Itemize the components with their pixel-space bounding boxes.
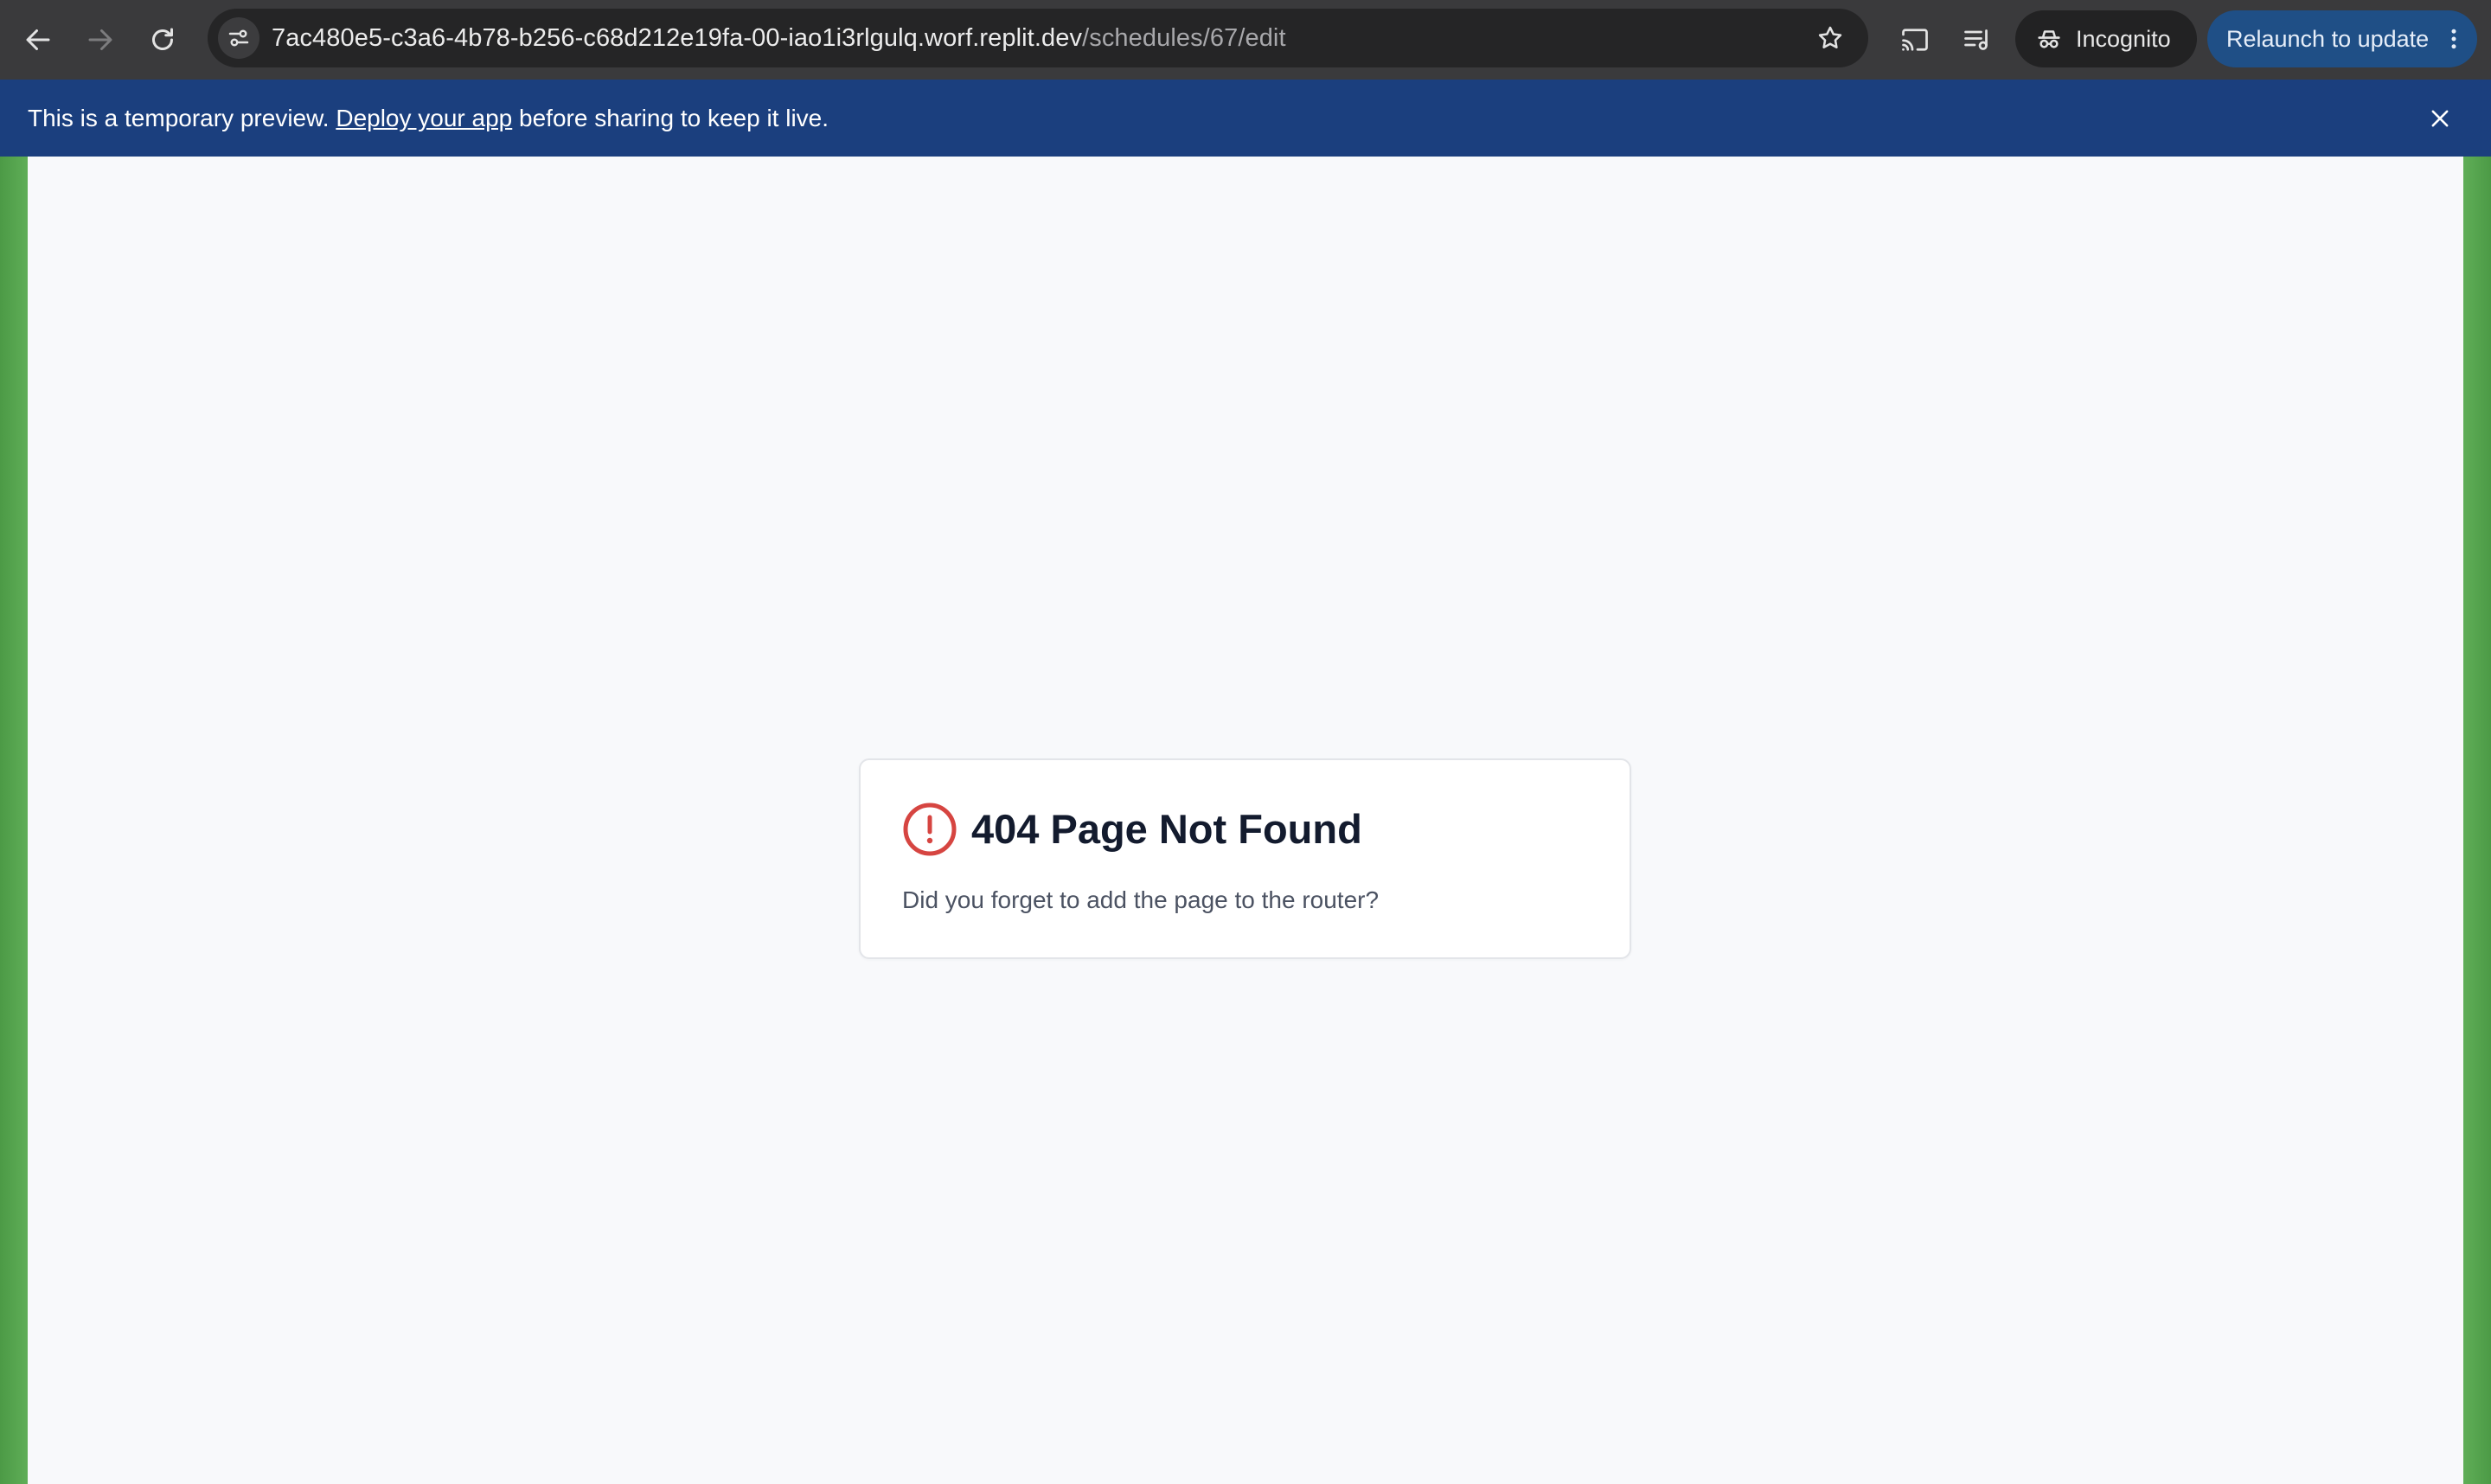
alert-circle-icon <box>903 803 957 856</box>
banner-text-after: before sharing to keep it live. <box>512 105 829 131</box>
url-path: /schedules/67/edit <box>1082 24 1286 52</box>
preview-banner: This is a temporary preview. Deploy your… <box>0 80 2491 157</box>
media-queue-icon <box>1964 29 1988 50</box>
banner-text: This is a temporary preview. Deploy your… <box>28 80 829 157</box>
not-found-card: 404 Page Not Found Did you forget to add… <box>859 758 1631 959</box>
incognito-icon <box>2038 30 2060 48</box>
error-description: Did you forget to add the page to the ro… <box>902 886 1380 913</box>
incognito-indicator[interactable]: Incognito <box>2015 10 2197 67</box>
media-queue-button[interactable] <box>1956 19 1998 61</box>
relaunch-to-update-button[interactable]: Relaunch to update <box>2207 10 2477 67</box>
relaunch-label: Relaunch to update <box>2226 25 2430 52</box>
back-arrow-icon <box>26 29 50 50</box>
banner-text-before: This is a temporary preview. <box>28 105 336 131</box>
url-text[interactable]: 7ac480e5-c3a6-4b78-b256-c68d212e19fa-00-… <box>272 9 1286 67</box>
reload-button[interactable] <box>140 17 185 62</box>
address-bar[interactable]: 7ac480e5-c3a6-4b78-b256-c68d212e19fa-00-… <box>208 9 1868 67</box>
site-settings-icon <box>228 29 249 47</box>
site-settings-button[interactable] <box>218 17 259 59</box>
back-button[interactable] <box>16 17 61 62</box>
forward-arrow-icon <box>88 29 112 50</box>
card-header: 404 Page Not Found <box>902 802 1362 857</box>
forward-button[interactable] <box>78 17 123 62</box>
right-edge-background <box>2463 157 2491 1484</box>
browser-toolbar: 7ac480e5-c3a6-4b78-b256-c68d212e19fa-00-… <box>0 0 2491 80</box>
reload-icon <box>152 28 173 50</box>
cast-button[interactable] <box>1894 19 1936 61</box>
deploy-app-link[interactable]: Deploy your app <box>336 105 512 131</box>
url-host: 7ac480e5-c3a6-4b78-b256-c68d212e19fa-00-… <box>272 24 1083 52</box>
page-title: 404 Page Not Found <box>971 806 1362 852</box>
cast-icon <box>1902 29 1928 51</box>
banner-close-button[interactable] <box>2422 100 2458 137</box>
bookmark-button[interactable] <box>1811 19 1849 57</box>
incognito-label: Incognito <box>2076 25 2171 52</box>
kebab-menu-icon[interactable] <box>2441 26 2467 52</box>
left-edge-background <box>0 157 28 1484</box>
star-icon <box>1818 26 1842 48</box>
close-icon <box>2431 110 2449 127</box>
